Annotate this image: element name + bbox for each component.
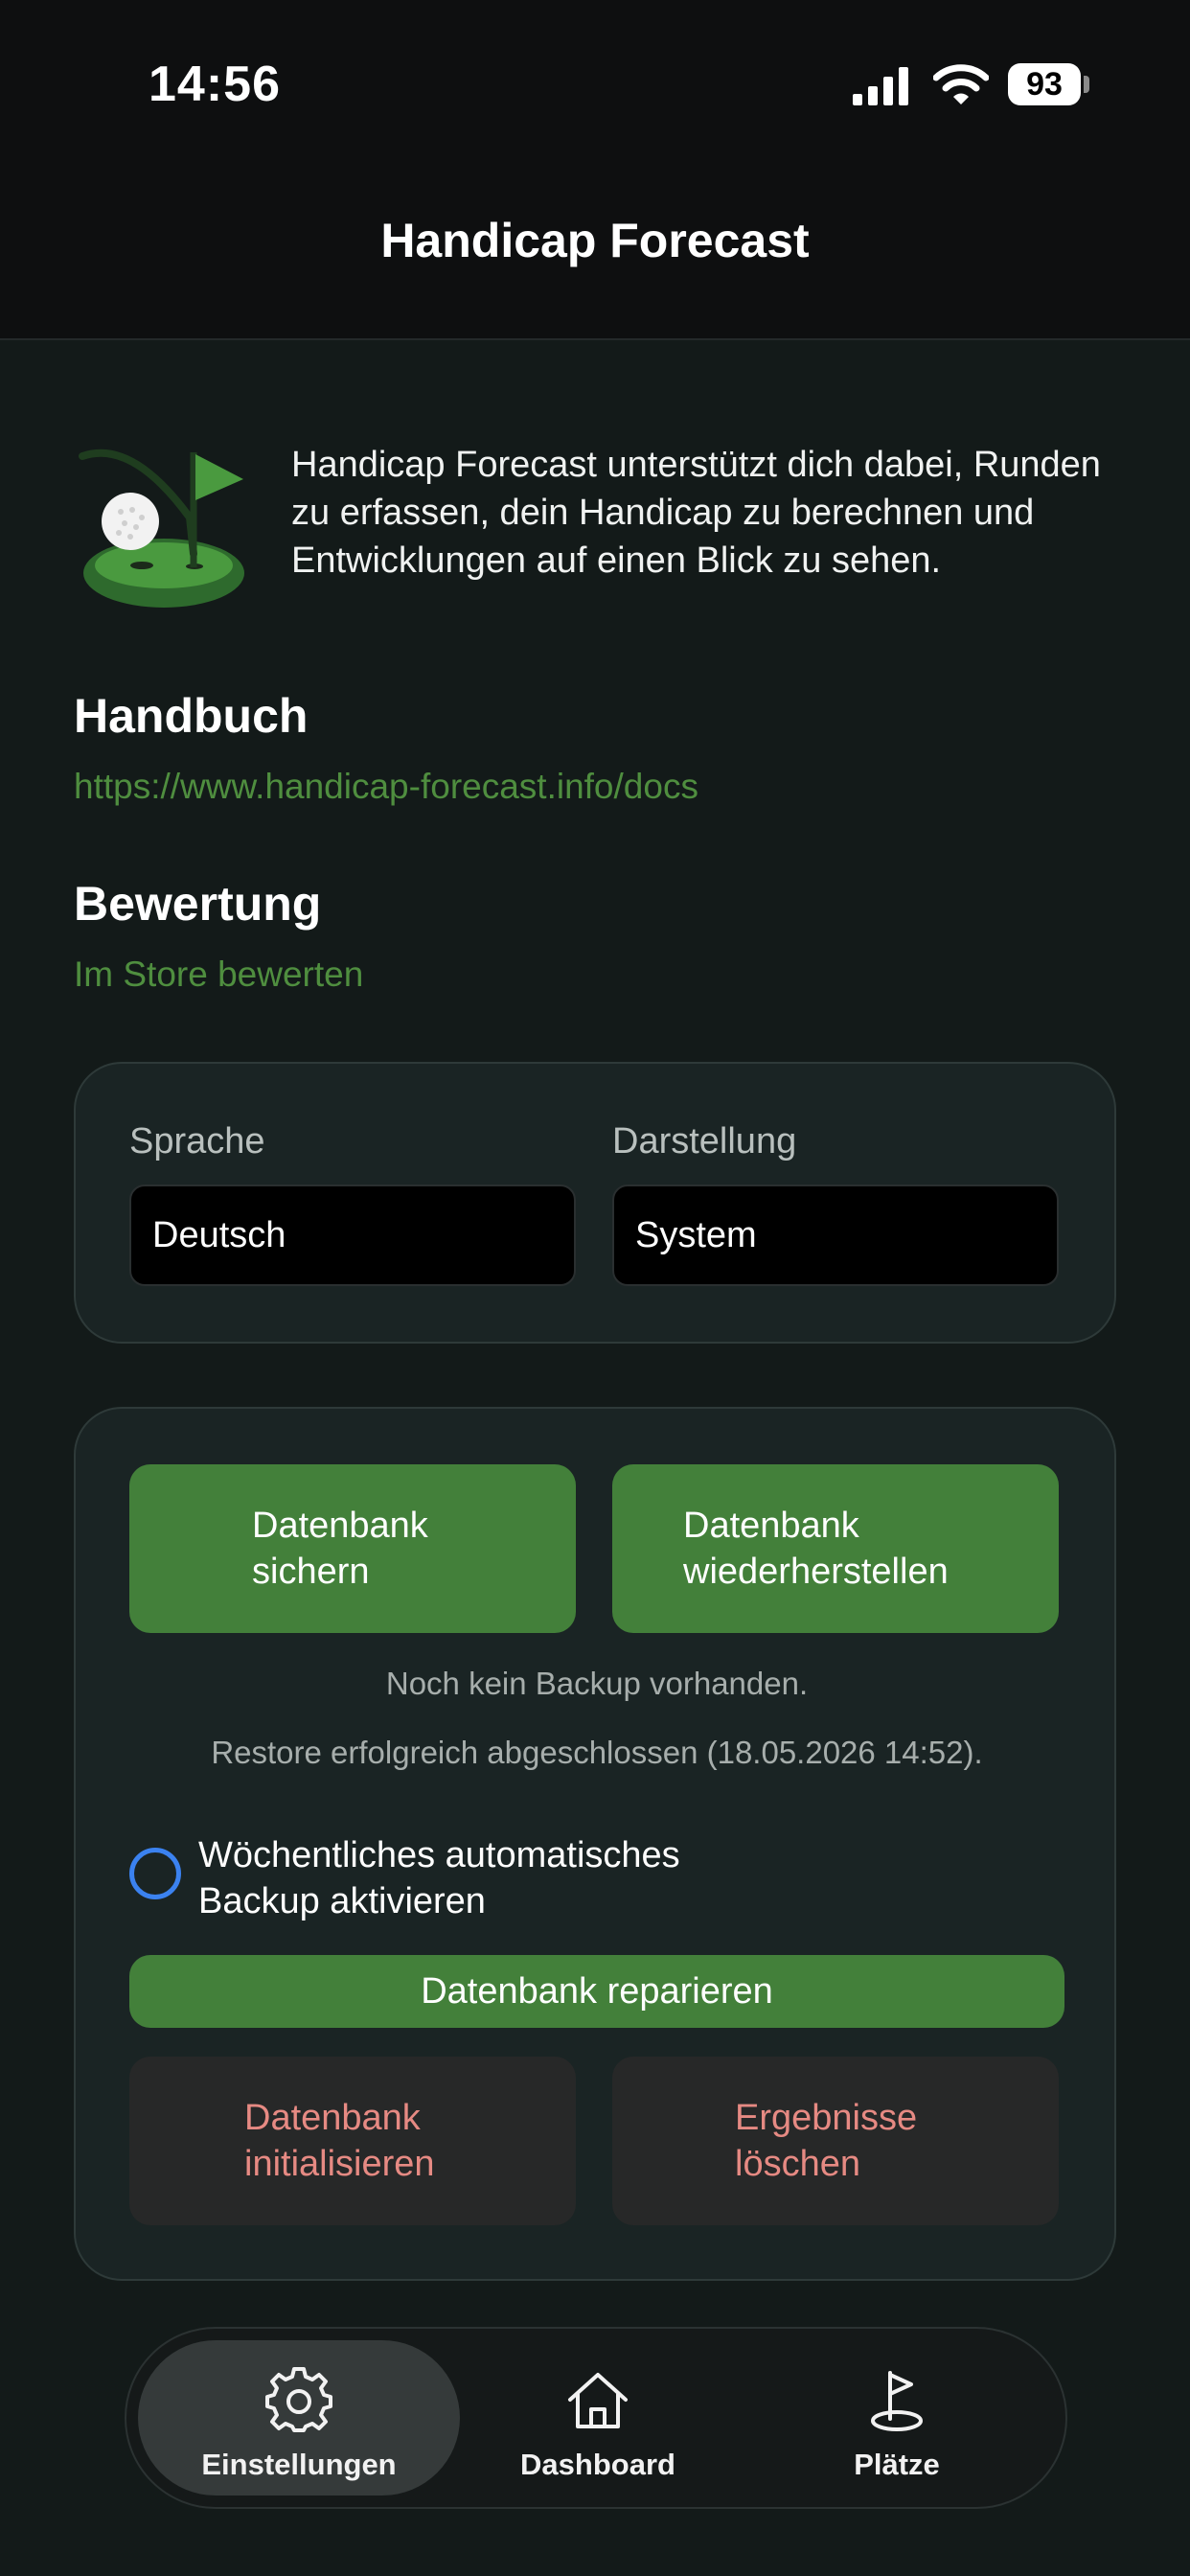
- restore-database-button[interactable]: Datenbank wiederherstellen: [612, 1464, 1059, 1633]
- golf-flag-icon: [871, 2371, 923, 2431]
- restore-button-line1: Datenbank: [683, 1506, 859, 1546]
- delete-button-line1: Ergebnisse: [735, 2098, 918, 2138]
- intro-section: Handicap Forecast unterstützt dich dabei…: [75, 441, 1129, 632]
- delete-button-line2: löschen: [735, 2144, 860, 2184]
- manual-title: Handbuch: [74, 689, 309, 743]
- delete-results-button[interactable]: Ergebnisse löschen: [612, 2057, 1059, 2225]
- top-bar: 14:56 93 Handicap Forecast: [0, 0, 1190, 340]
- intro-text: Handicap Forecast unterstützt dich dabei…: [291, 445, 1101, 581]
- settings-card: Sprache Deutsch Darstellung System: [74, 1062, 1116, 1344]
- status-time: 14:56: [149, 57, 281, 112]
- language-select[interactable]: Deutsch: [129, 1184, 576, 1286]
- status-icons: 93: [851, 59, 1090, 111]
- rating-title: Bewertung: [74, 877, 322, 931]
- restore-button-line2: wiederherstellen: [683, 1552, 949, 1592]
- tab-settings[interactable]: Einstellungen: [138, 2340, 460, 2496]
- backup-database-button[interactable]: Datenbank sichern: [129, 1464, 576, 1633]
- tab-dashboard-label: Dashboard: [520, 2448, 675, 2481]
- restore-status-message: Restore erfolgreich abgeschlossen (18.05…: [211, 1735, 983, 1770]
- signal-icon: [853, 67, 908, 105]
- wifi-icon: [933, 64, 989, 104]
- weekly-backup-label-line1: Wöchentliches automatisches: [198, 1835, 680, 1875]
- manual-link[interactable]: https://www.handicap-forecast.info/docs: [74, 767, 698, 807]
- battery-indicator: 93: [1008, 63, 1081, 105]
- weekly-backup-radio[interactable]: [129, 1848, 181, 1899]
- tab-courses-label: Plätze: [854, 2448, 940, 2481]
- backup-card: Datenbank sichern Datenbank wiederherste…: [74, 1407, 1116, 2281]
- init-button-line1: Datenbank: [244, 2098, 421, 2138]
- init-button-line2: initialisieren: [244, 2144, 435, 2184]
- gear-icon: [265, 2367, 332, 2432]
- repair-database-button[interactable]: Datenbank reparieren: [129, 1955, 1064, 2028]
- bottom-navigation: Einstellungen Dashboard Plätze: [125, 2327, 1067, 2509]
- backup-button-line2: sichern: [252, 1552, 370, 1592]
- initialize-database-button[interactable]: Datenbank initialisieren: [129, 2057, 576, 2225]
- backup-button-line1: Datenbank: [252, 1506, 428, 1546]
- page-title: Handicap Forecast: [380, 214, 810, 267]
- weekly-backup-label-line2: Backup aktivieren: [198, 1881, 486, 1921]
- appearance-label: Darstellung: [612, 1121, 797, 1162]
- battery-cap: [1084, 76, 1089, 93]
- weekly-backup-label[interactable]: Wöchentliches automatisches Backup aktiv…: [198, 1832, 680, 1924]
- tab-settings-label: Einstellungen: [201, 2448, 397, 2481]
- language-label: Sprache: [129, 1121, 265, 1162]
- tab-dashboard[interactable]: Dashboard: [437, 2340, 759, 2496]
- no-backup-message: Noch kein Backup vorhanden.: [385, 1666, 809, 1701]
- home-icon: [568, 2373, 628, 2428]
- tab-courses[interactable]: Plätze: [736, 2340, 1058, 2496]
- golf-logo-icon: [79, 448, 244, 608]
- appearance-select[interactable]: System: [612, 1184, 1059, 1286]
- rate-in-store-link[interactable]: Im Store bewerten: [74, 954, 363, 995]
